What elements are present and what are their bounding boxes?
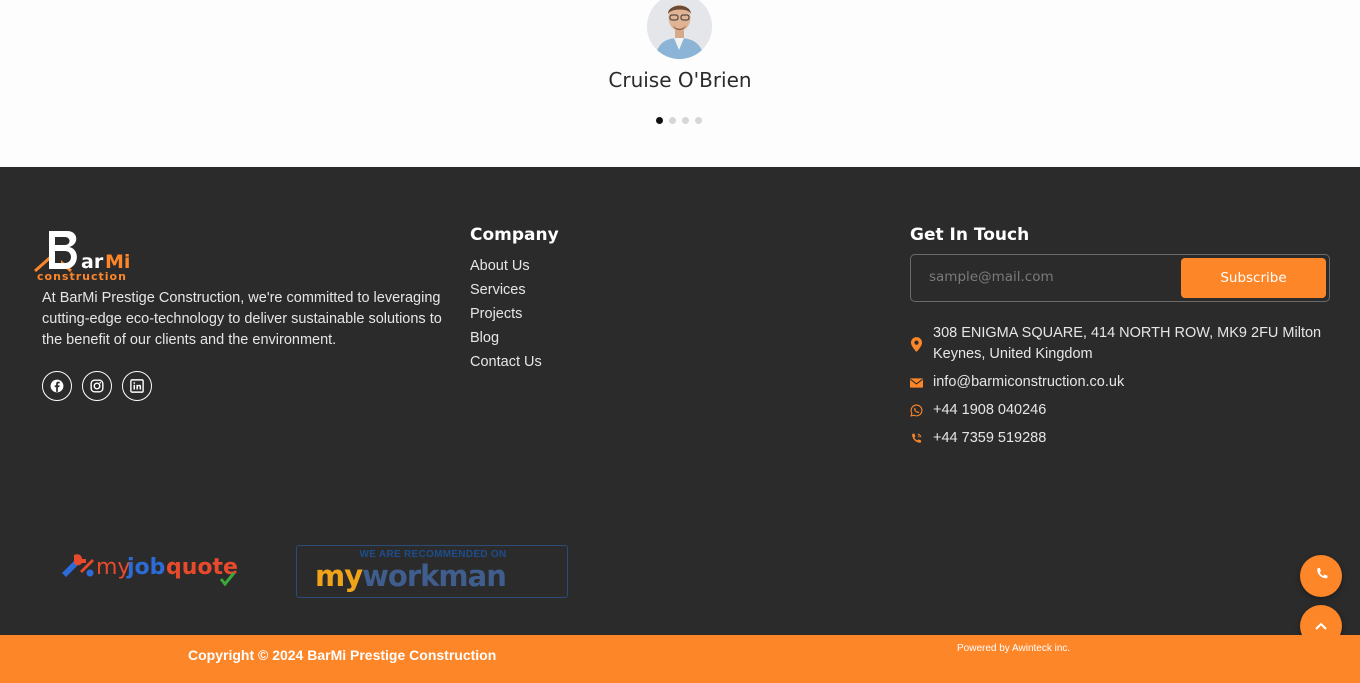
contact-whatsapp[interactable]: +44 1908 040246 (910, 400, 1330, 421)
phone-volume-icon (910, 428, 923, 449)
email-input[interactable] (929, 269, 1169, 285)
bottom-bar: Copyright © 2024 BarMi Prestige Construc… (0, 635, 1360, 683)
myworkman-my: my (315, 559, 363, 593)
contact-address: 308 ENIGMA SQUARE, 414 NORTH ROW, MK9 2F… (910, 323, 1330, 365)
footer: ar Mi construction At BarMi Prestige Con… (0, 167, 1360, 635)
whatsapp-text: +44 1908 040246 (933, 402, 1047, 418)
barmi-logo[interactable]: ar Mi construction (33, 227, 151, 283)
carousel-dot[interactable] (656, 117, 663, 124)
carousel-dot[interactable] (669, 117, 676, 124)
company-title: Company (470, 225, 559, 245)
chevron-up-icon (1315, 617, 1327, 635)
footer-link-services[interactable]: Services (470, 281, 542, 305)
address-text: 308 ENIGMA SQUARE, 414 NORTH ROW, MK9 2F… (933, 325, 1322, 362)
myworkman-logo: myworkman (315, 559, 507, 593)
myjobquote-job: job (126, 555, 165, 580)
testimonial-name: Cruise O'Brien (608, 68, 752, 92)
whatsapp-icon (910, 400, 923, 421)
facebook-icon[interactable] (42, 371, 72, 401)
myjobquote-my: my (96, 555, 130, 580)
newsletter-form: Subscribe (910, 254, 1330, 302)
contact-phone[interactable]: +44 7359 519288 (910, 428, 1330, 449)
myjobquote-badge[interactable]: my job quote (58, 547, 240, 587)
linkedin-icon[interactable] (122, 371, 152, 401)
phone-text: +44 7359 519288 (933, 430, 1047, 446)
social-links (42, 371, 152, 401)
envelope-icon (910, 372, 923, 393)
map-marker-icon (910, 323, 923, 365)
carousel-dots (656, 117, 702, 124)
testimonial-section: Cruise O'Brien (0, 0, 1360, 167)
subscribe-button[interactable]: Subscribe (1181, 258, 1326, 298)
myworkman-badge[interactable]: WE ARE RECOMMENDED ON myworkman (296, 545, 568, 598)
footer-link-about[interactable]: About Us (470, 257, 542, 281)
contact-email[interactable]: info@barmiconstruction.co.uk (910, 372, 1330, 393)
contact-list: 308 ENIGMA SQUARE, 414 NORTH ROW, MK9 2F… (910, 323, 1330, 456)
about-text: At BarMi Prestige Construction, we're co… (42, 290, 442, 348)
myjobquote-quote: quote (166, 555, 238, 580)
carousel-dot[interactable] (695, 117, 702, 124)
phone-icon (1315, 567, 1328, 585)
copyright-text: Copyright © 2024 BarMi Prestige Construc… (188, 647, 497, 663)
carousel-dot[interactable] (682, 117, 689, 124)
footer-link-projects[interactable]: Projects (470, 305, 542, 329)
get-in-touch-title: Get In Touch (910, 225, 1030, 245)
call-fab-button[interactable] (1300, 555, 1342, 597)
powered-by-text[interactable]: Powered by Awinteck inc. (957, 643, 1070, 654)
email-text: info@barmiconstruction.co.uk (933, 374, 1125, 390)
instagram-icon[interactable] (82, 371, 112, 401)
footer-link-blog[interactable]: Blog (470, 329, 542, 353)
avatar (647, 0, 712, 59)
footer-link-contact[interactable]: Contact Us (470, 353, 542, 377)
company-links: About Us Services Projects Blog Contact … (470, 257, 542, 377)
svg-text:construction: construction (37, 270, 127, 282)
myworkman-workman: workman (362, 559, 507, 593)
